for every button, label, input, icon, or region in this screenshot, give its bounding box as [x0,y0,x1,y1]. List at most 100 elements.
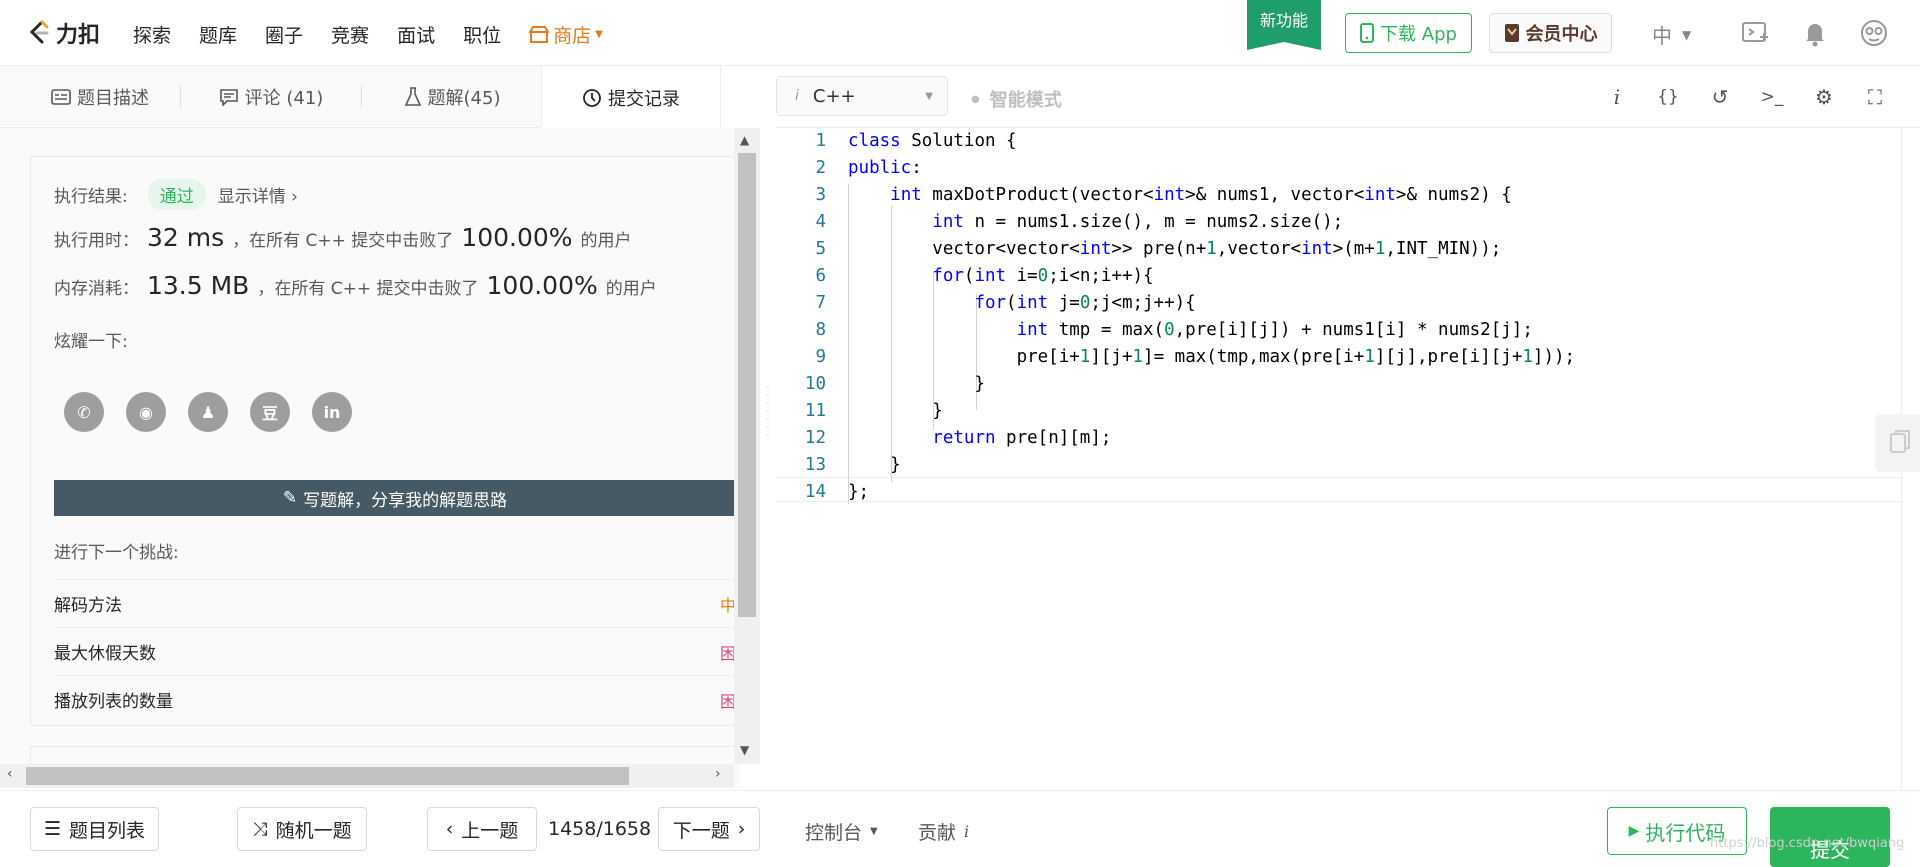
challenge-item[interactable]: 解码方法 中 [54,579,736,627]
leetcode-logo-icon [29,20,49,44]
challenge-item[interactable]: 播放列表的数量 困 [54,675,736,723]
current-line-highlight [776,477,1901,502]
memory-row: 内存消耗： 13.5 MB ，在所有 C++ 提交中击败了 100.00% 的用… [54,271,657,300]
smart-mode-toggle[interactable]: ● 智能模式 [971,86,1062,112]
qq-icon[interactable]: ♟ [188,392,228,432]
nav-contest[interactable]: 竞赛 [331,21,369,48]
caret-down-icon: ▼ [1682,27,1692,42]
nav-shop[interactable]: 商店 ▼ [529,21,603,48]
tab-description[interactable]: 题目描述 [20,66,180,128]
runtime-row: 执行用时： 32 ms ，在所有 C++ 提交中击败了 100.00% 的用户 [54,223,632,252]
left-vertical-scrollbar[interactable]: ▲ ▼ [734,128,760,764]
tab-solutions-label: 题解(45) [427,88,501,109]
challenge-title: 最大休假天数 [54,644,156,664]
vip-icon [1504,24,1519,42]
runtime-text: ，在所有 C++ 提交中击败了 [232,231,454,251]
scroll-up-icon[interactable]: ▲ [740,133,749,147]
memory-label: 内存消耗： [54,279,139,299]
editor-toolbar: i C++ ▼ ● 智能模式 i {} ↺ >_ ⚙ ⛶ [776,66,1920,128]
dot-icon: ● [971,93,980,105]
flask-icon [404,87,421,106]
new-feature-badge[interactable]: 新功能 [1247,0,1321,50]
console-toggle[interactable]: 控制台 ▼ [805,818,878,845]
tab-solutions[interactable]: 题解(45) [362,66,542,128]
next-challenge-label: 进行下一个挑战: [54,543,179,563]
memory-users: 的用户 [605,279,657,299]
submission-panel: 执行结果: 通过 显示详情 › 执行用时： 32 ms ，在所有 C++ 提交中… [0,128,740,786]
nav-jobs[interactable]: 职位 [463,21,501,48]
language-select[interactable]: i C++ ▼ [776,76,948,116]
weibo-icon[interactable]: ◉ [126,392,166,432]
scroll-down-icon[interactable]: ▼ [740,743,749,757]
play-icon: ▶ [1628,823,1640,839]
description-icon [51,89,71,105]
contribute-label: 贡献 [918,822,957,844]
vip-center-button[interactable]: 会员中心 [1489,13,1612,53]
runtime-value: 32 ms [147,223,225,252]
copy-icon [1890,430,1910,453]
tab-submissions[interactable]: 提交记录 [541,66,721,129]
playground-icon[interactable] [1740,18,1770,48]
challenge-title: 解码方法 [54,596,122,616]
panel-resize-handle[interactable]: · · · · · · · [760,128,776,786]
info-icon[interactable]: i [1604,84,1630,110]
settings-gear-icon[interactable]: ⚙ [1811,84,1837,110]
status-badge: 通过 [147,179,206,210]
douban-icon[interactable]: 豆 [250,392,290,432]
nav-problems[interactable]: 题库 [199,21,237,48]
download-app-button[interactable]: 下载 App [1345,13,1472,53]
scroll-right-icon[interactable]: › [715,766,721,782]
prev-problem-label: 上一题 [461,819,519,842]
nav-interview[interactable]: 面试 [397,21,435,48]
caret-down-icon: ▼ [870,826,878,837]
scrollbar-thumb[interactable] [26,767,629,785]
chevron-right-icon: › [737,818,746,840]
prev-problem-button[interactable]: ‹ 上一题 [427,807,537,851]
side-copy-widget[interactable] [1875,414,1920,472]
phone-icon [1360,23,1375,43]
chevron-left-icon: ‹ [445,818,454,840]
random-problem-button[interactable]: ⤨ 随机一题 [237,807,367,851]
main-nav: 探索 题库 圈子 竞赛 面试 职位 商店 ▼ [133,21,603,48]
share-buttons: ✆ ◉ ♟ 豆 in [64,392,352,432]
nav-shop-label: 商店 [553,25,592,47]
code-editor[interactable]: 1 class Solution { 2 public: 3 int maxDotP… [776,128,1901,790]
logo[interactable]: 力扣 [28,17,100,49]
wechat-icon[interactable]: ✆ [64,392,104,432]
user-avatar-icon[interactable] [1859,18,1889,48]
top-navbar: 力扣 探索 题库 圈子 竞赛 面试 职位 商店 ▼ 新功能 下载 App 会员中… [0,0,1920,66]
memory-text: ，在所有 C++ 提交中击败了 [257,279,479,299]
runtime-users: 的用户 [580,231,632,251]
share-label: 炫耀一下: [54,332,128,352]
language-select-value: C++ [812,85,856,107]
nav-circle[interactable]: 圈子 [265,21,303,48]
notification-bell-icon[interactable] [1800,18,1830,48]
smart-mode-label: 智能模式 [989,90,1062,111]
next-problem-label: 下一题 [672,819,730,842]
show-details-link[interactable]: 显示详情 › [218,182,298,207]
problem-counter: 1458/1658 [548,818,652,840]
tab-comments[interactable]: 评论 (41) [181,66,361,128]
pencil-icon: ✎ [282,488,298,508]
challenge-item[interactable]: 最大休假天数 困 [54,627,736,675]
write-solution-button[interactable]: ✎ 写题解，分享我的解题思路 [54,480,736,516]
scrollbar-thumb[interactable] [738,153,756,617]
left-horizontal-scrollbar[interactable]: ‹ › [0,764,734,788]
format-braces-icon[interactable]: {} [1655,84,1681,110]
nav-explore[interactable]: 探索 [133,21,171,48]
next-problem-button[interactable]: 下一题 › [658,807,760,851]
contribute-link[interactable]: 贡献 i [918,818,969,845]
scroll-left-icon[interactable]: ‹ [7,766,13,782]
tab-description-label: 题目描述 [77,88,149,109]
language-label: 中 [1652,24,1672,48]
language-switch[interactable]: 中 ▼ [1652,20,1691,49]
submission-result-card: 执行结果: 通过 显示详情 › 执行用时： 32 ms ，在所有 C++ 提交中… [30,156,736,726]
result-row: 执行结果: 通过 显示详情 › [54,179,298,210]
challenge-title: 播放列表的数量 [54,692,173,712]
linkedin-icon[interactable]: in [312,392,352,432]
terminal-icon[interactable]: >_ [1759,84,1785,110]
fullscreen-icon[interactable]: ⛶ [1862,84,1888,110]
reset-icon[interactable]: ↺ [1707,84,1733,110]
problem-tabs: 题目描述 评论 (41) 题解(45) 提交记录 [0,66,721,129]
problem-list-button[interactable]: ☰ 题目列表 [30,807,159,851]
